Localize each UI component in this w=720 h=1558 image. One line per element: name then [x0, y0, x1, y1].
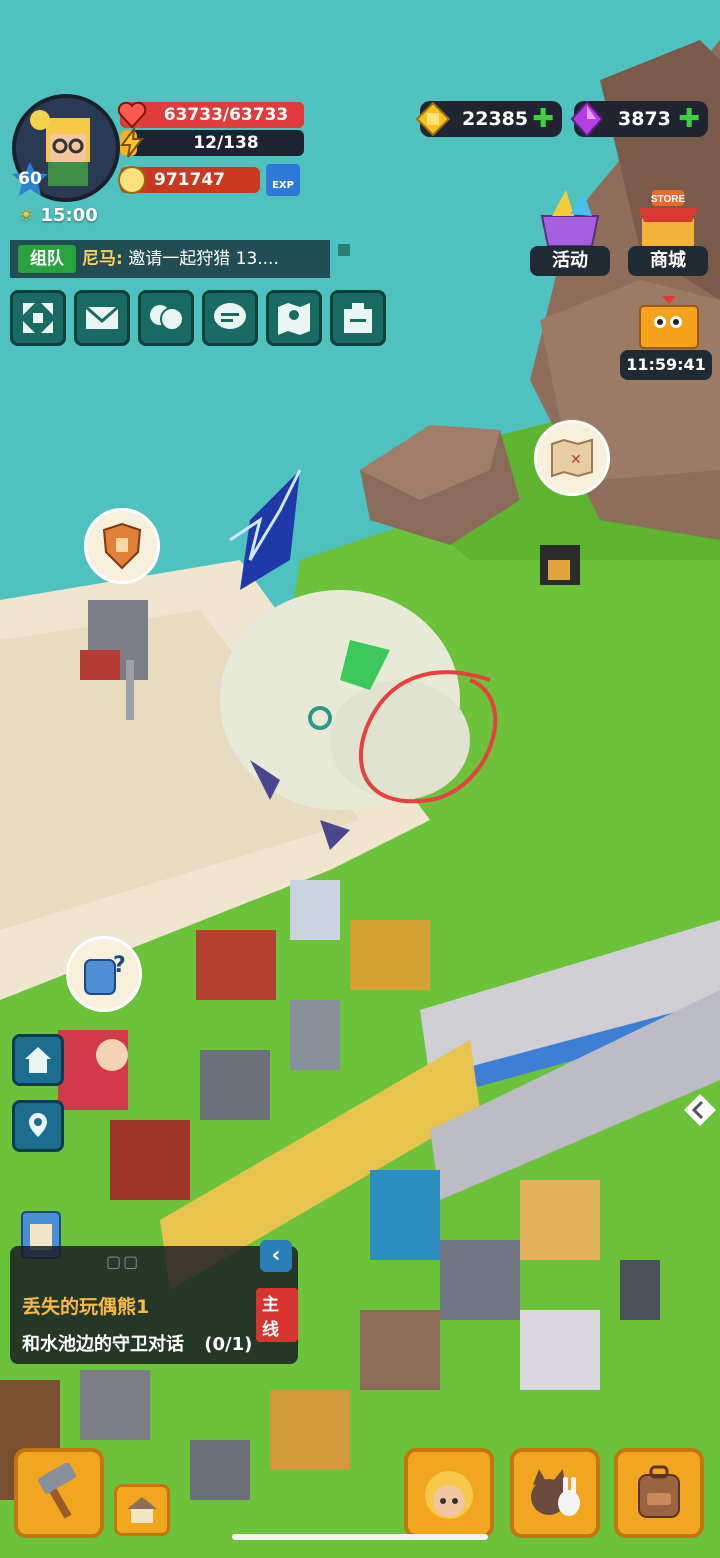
mail-button[interactable]	[74, 290, 130, 346]
hp-bar: 63733/63733	[117, 101, 304, 129]
chat-sender: 尼马:	[82, 249, 123, 269]
build-hammer-button[interactable]	[14, 1448, 104, 1538]
quest-progress: (0/1)	[204, 1334, 253, 1355]
pets-icon	[531, 1469, 580, 1516]
gold-counter[interactable]: 22385 ✚	[416, 101, 562, 137]
trophy-icon	[118, 166, 146, 194]
chest-timer: 11:59:41	[620, 350, 712, 380]
power-bar[interactable]: 971747	[118, 166, 260, 194]
store-sign-text: STORE	[651, 194, 686, 205]
side-expand-button[interactable]	[682, 1092, 718, 1128]
task-board-icon	[344, 303, 372, 333]
game-time: ☀ 15:00	[18, 205, 98, 226]
quest-tracker[interactable]: ▢▢ 丢失的玩偶熊1 主线 和水池边的守卫对话 (0/1)	[10, 1246, 298, 1364]
quest-description: 和水池边的守卫对话 (0/1)	[22, 1330, 252, 1356]
add-gem-plus-icon[interactable]: ✚	[678, 101, 700, 137]
exp-label: EXP	[272, 180, 294, 191]
location-pin-icon	[29, 1113, 47, 1137]
gift-box-icon	[540, 190, 600, 247]
home-icon	[25, 1047, 51, 1073]
friends-button[interactable]	[138, 290, 194, 346]
svg-text:✕: ✕	[570, 452, 582, 468]
hammer-icon	[38, 1463, 76, 1519]
energy-value: 12/138	[193, 133, 259, 153]
quest-type-tag: 主线	[256, 1288, 298, 1342]
backpack-button[interactable]	[614, 1448, 704, 1538]
treasure-map-icon: ✕	[551, 438, 593, 478]
quest-objective: 和水池边的守卫对话	[22, 1334, 184, 1355]
chat-icon	[214, 303, 246, 329]
gem-icon	[570, 101, 604, 137]
mail-icon	[85, 305, 119, 329]
hp-value: 63733/63733	[163, 105, 289, 125]
gold-value: 22385	[462, 108, 529, 130]
hero-portrait-icon	[425, 1471, 473, 1519]
chat-message: 邀请一起狩猎 13....	[128, 249, 279, 269]
svg-text:?: ?	[113, 953, 126, 978]
hero-button[interactable]	[404, 1448, 494, 1538]
gem-counter[interactable]: 3873 ✚	[570, 101, 708, 137]
house-roof-icon	[127, 1497, 157, 1523]
store-label: 商城	[628, 246, 708, 276]
chat-channel-tag: 组队	[18, 245, 76, 273]
task-board-button[interactable]	[330, 290, 386, 346]
pets-button[interactable]	[510, 1448, 600, 1538]
location-button[interactable]	[12, 1100, 64, 1152]
home-button[interactable]	[12, 1034, 64, 1086]
quest-title: 丢失的玩偶熊1	[22, 1296, 150, 1318]
gem-value: 3873	[618, 108, 671, 130]
chevron-left-icon: ‹	[271, 1243, 281, 1268]
fullscreen-icon	[23, 303, 53, 333]
diamond-arrow-icon	[684, 1094, 716, 1126]
home-indicator[interactable]	[232, 1534, 488, 1540]
treasure-chest-icon	[639, 296, 699, 349]
level-badge: 60	[10, 162, 50, 196]
gold-coin-icon	[416, 102, 450, 136]
energy-bar: 12/138	[120, 127, 304, 158]
map-button[interactable]	[266, 290, 322, 346]
backpack-npc-bubble[interactable]: ?	[66, 936, 142, 1012]
chat-preview[interactable]: 组队 尼马: 邀请一起狩猎 13....	[10, 240, 330, 278]
activity-label: 活动	[530, 246, 610, 276]
map-icon	[278, 303, 310, 335]
quest-page-dots-icon: ▢▢	[106, 1252, 141, 1271]
activity-button[interactable]: 活动	[530, 186, 610, 276]
timed-chest-button[interactable]	[634, 292, 704, 352]
decor-building-button[interactable]	[114, 1484, 170, 1536]
exp-boost-button[interactable]: EXP	[266, 164, 300, 196]
shield-icon	[102, 522, 142, 570]
add-gold-plus-icon[interactable]: ✚	[532, 101, 554, 137]
store-button[interactable]: STORE 商城	[628, 186, 708, 276]
guard-quest-bubble[interactable]	[84, 508, 160, 584]
fullscreen-button[interactable]	[10, 290, 66, 346]
sun-icon: ☀	[18, 205, 35, 226]
store-awning-icon: STORE	[638, 190, 698, 246]
backpack-icon	[638, 1465, 680, 1518]
collapse-quest-button[interactable]: ‹	[260, 1240, 292, 1272]
level-value: 60	[18, 169, 42, 189]
lightning-icon	[120, 127, 145, 158]
backpack-question-icon: ?	[84, 953, 126, 995]
power-value: 971747	[154, 170, 225, 190]
friends-icon	[150, 305, 184, 331]
chat-button[interactable]	[202, 290, 258, 346]
treasure-map-bubble[interactable]: ✕	[534, 420, 610, 496]
chat-expand-icon[interactable]	[338, 244, 350, 256]
game-time-value: 15:00	[40, 205, 98, 226]
